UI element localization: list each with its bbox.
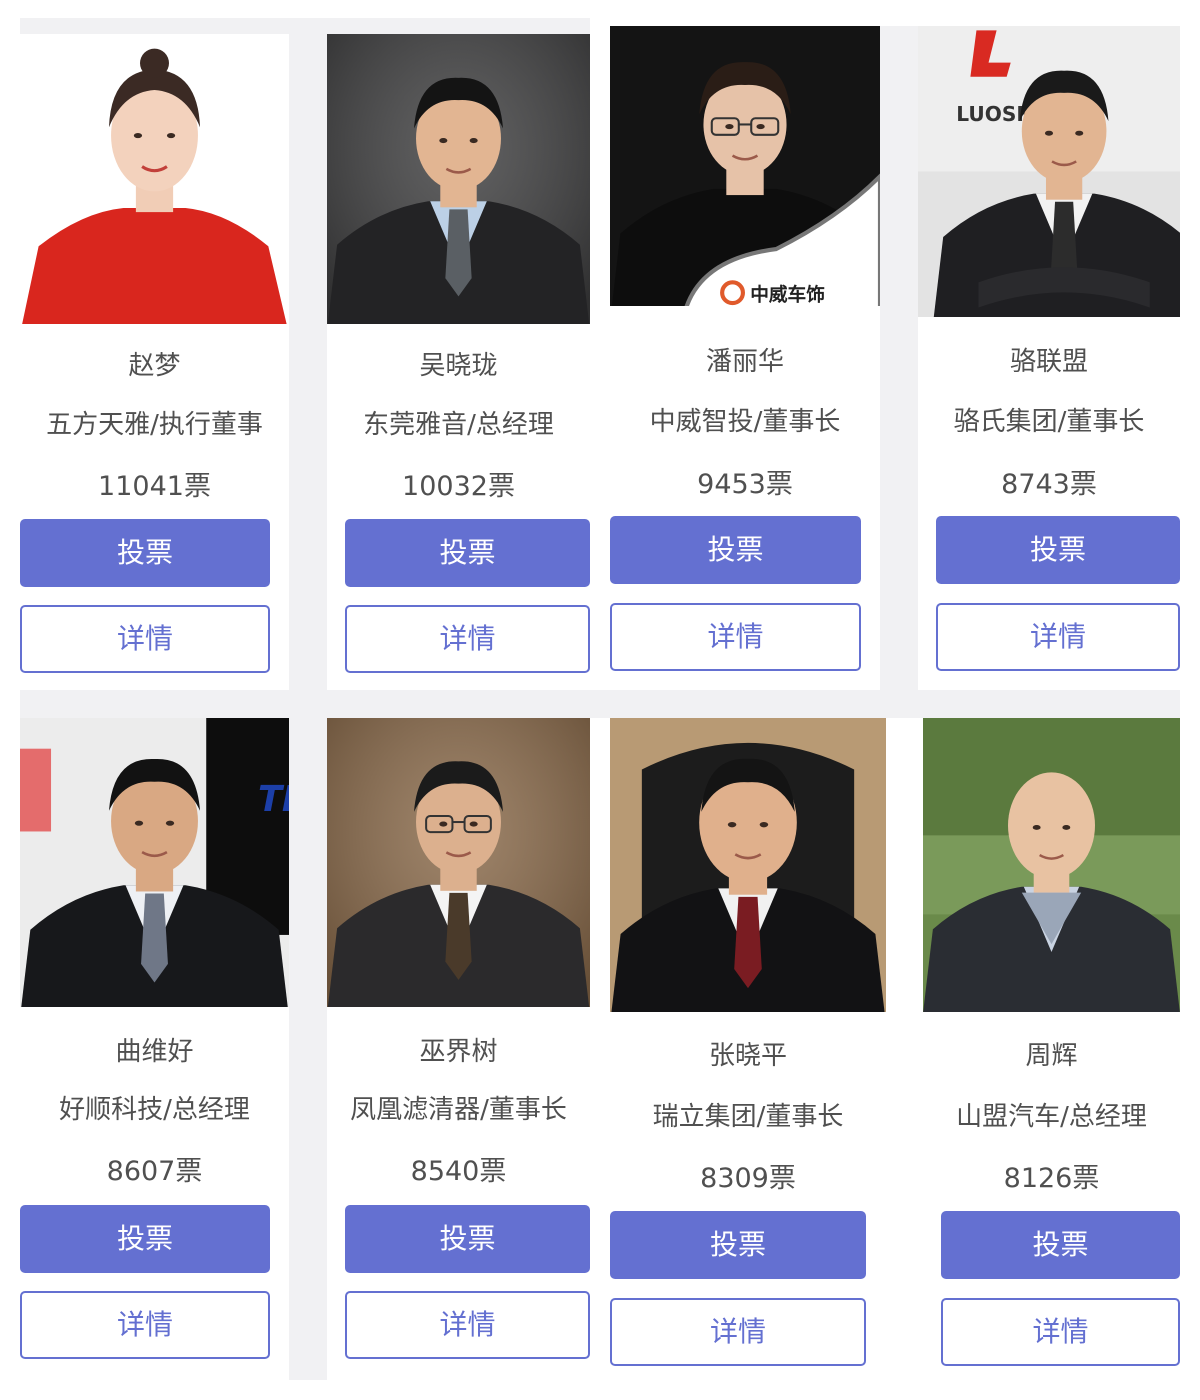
vote-count: 8743票 — [1001, 469, 1097, 500]
details-button[interactable]: 详情 — [345, 1291, 590, 1359]
candidate-photo: TK — [20, 718, 289, 1007]
vote-button[interactable]: 投票 — [20, 519, 270, 587]
vote-button[interactable]: 投票 — [936, 516, 1180, 584]
candidate-photo — [327, 34, 590, 324]
vote-button[interactable]: 投票 — [941, 1211, 1180, 1279]
row-separator — [20, 690, 1180, 718]
vote-button[interactable]: 投票 — [610, 516, 861, 584]
candidate-card: 赵梦五方天雅/执行董事 11041票投票详情 — [20, 34, 289, 690]
vote-button[interactable]: 投票 — [345, 1205, 590, 1273]
candidate-name: 曲维好 — [115, 1037, 194, 1067]
details-button[interactable]: 详情 — [345, 605, 590, 673]
vote-count: 9453票 — [697, 469, 793, 500]
candidate-card: 周辉山盟汽车/总经理 8126票投票详情 — [923, 718, 1180, 1380]
candidate-title: 东莞雅音/总经理 — [363, 410, 554, 440]
candidate-photo: LUOSHI — [918, 26, 1180, 317]
candidate-photo: 中威车饰 — [610, 26, 880, 306]
candidate-card: 巫界树凤凰滤清器/董事长 8540票投票详情 — [327, 718, 590, 1380]
vote-button[interactable]: 投票 — [20, 1205, 270, 1273]
candidate-card: LUOSHI 骆联盟骆氏集团/董事长 8743票投票详情 — [918, 26, 1180, 690]
candidate-title: 山盟汽车/总经理 — [956, 1102, 1147, 1132]
candidate-name: 周辉 — [1025, 1041, 1078, 1071]
candidate-name: 张晓平 — [708, 1041, 787, 1071]
vote-count: 8540票 — [410, 1156, 507, 1187]
vote-count: 11041票 — [98, 471, 211, 502]
vote-count: 8309票 — [700, 1163, 796, 1194]
details-button[interactable]: 详情 — [610, 1298, 866, 1366]
vote-button[interactable]: 投票 — [610, 1211, 866, 1279]
candidate-photo — [923, 718, 1180, 1012]
candidate-card: 张晓平瑞立集团/董事长 8309票投票详情 — [610, 718, 886, 1380]
column-gap — [880, 26, 918, 716]
candidate-name: 骆联盟 — [1009, 347, 1088, 377]
candidate-card: TK 曲维好好顺科技/总经理 8607票投票详情 — [20, 718, 289, 1380]
vote-count: 8126票 — [1003, 1163, 1100, 1194]
details-button[interactable]: 详情 — [936, 603, 1180, 671]
candidate-title: 瑞立集团/董事长 — [652, 1102, 844, 1132]
candidate-name: 吴晓珑 — [419, 351, 498, 381]
candidate-name: 赵梦 — [128, 351, 181, 381]
candidate-photo — [610, 718, 886, 1012]
vote-button[interactable]: 投票 — [345, 519, 590, 587]
vote-count: 8607票 — [106, 1156, 203, 1187]
details-button[interactable]: 详情 — [20, 605, 270, 673]
candidate-name: 巫界树 — [419, 1037, 498, 1067]
candidate-title: 五方天雅/执行董事 — [46, 410, 263, 440]
details-button[interactable]: 详情 — [610, 603, 861, 671]
candidate-photo — [327, 718, 590, 1007]
candidate-title: 凤凰滤清器/董事长 — [350, 1095, 567, 1125]
vote-count: 10032票 — [402, 471, 515, 502]
candidate-title: 骆氏集团/董事长 — [953, 407, 1145, 437]
details-button[interactable]: 详情 — [941, 1298, 1180, 1366]
candidate-photo — [20, 34, 289, 324]
candidate-title: 好顺科技/总经理 — [59, 1095, 250, 1125]
column-gap — [289, 18, 327, 1380]
details-button[interactable]: 详情 — [20, 1291, 270, 1359]
svg-text:TK: TK — [258, 779, 289, 820]
candidate-card: 吴晓珑东莞雅音/总经理 10032票投票详情 — [327, 34, 590, 690]
candidate-card: 中威车饰潘丽华中威智投/董事长 9453票投票详情 — [610, 26, 880, 690]
candidate-name: 潘丽华 — [705, 347, 784, 377]
candidate-title: 中威智投/董事长 — [649, 407, 841, 437]
svg-text:中威车饰: 中威车饰 — [750, 284, 825, 306]
